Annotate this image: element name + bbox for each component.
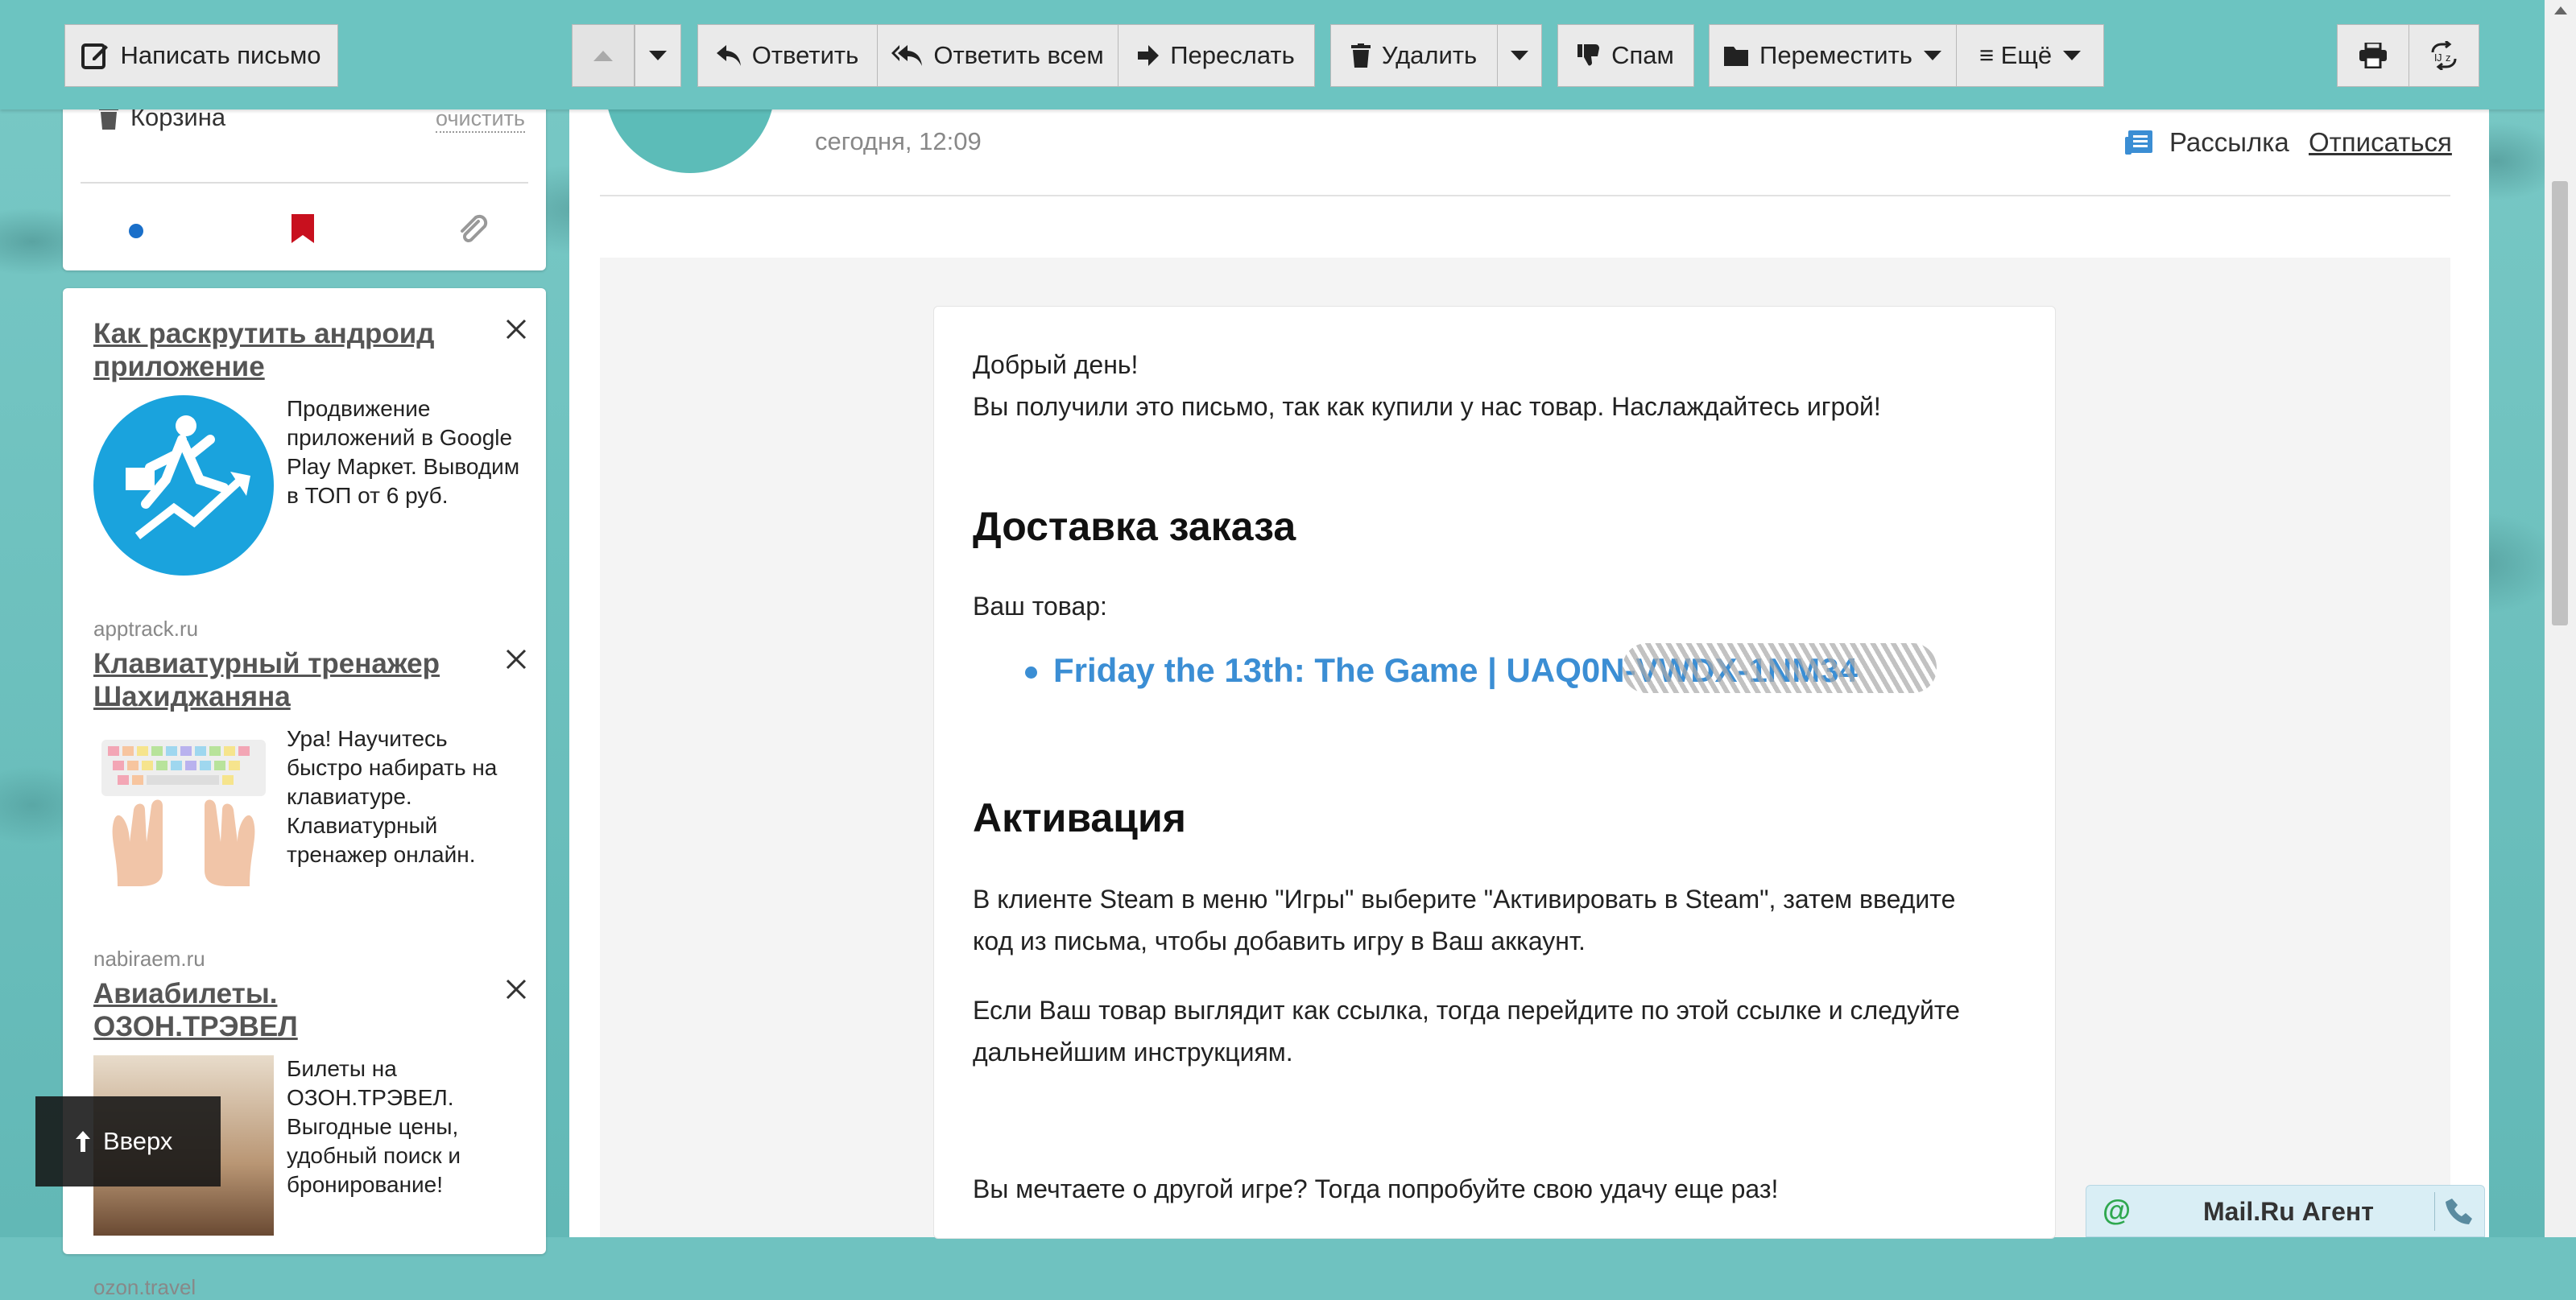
activation-paragraph-1: В клиенте Steam в меню "Игры" выберите "… (973, 885, 1956, 955)
toolbar: Написать письмо Ответить Ответить всем П… (0, 0, 2545, 109)
ad-domain[interactable]: apptrack.ru (93, 617, 198, 642)
newsletter-icon (2125, 130, 2152, 155)
message-date: сегодня, 12:09 (815, 127, 982, 155)
close-icon[interactable] (504, 317, 528, 341)
reply-label: Ответить (751, 41, 859, 69)
forward-label: Переслать (1170, 41, 1295, 69)
ad-domain[interactable]: nabiraem.ru (93, 947, 205, 972)
printer-icon (2359, 43, 2387, 68)
trash-icon (1350, 43, 1371, 68)
scrollbar-thumb[interactable] (2552, 181, 2568, 625)
close-icon[interactable] (504, 647, 528, 671)
chevron-down-icon (1511, 51, 1528, 60)
chevron-down-icon (1923, 51, 1941, 60)
try-again-text: Вы мечтаете о другой игре? Тогда попробу… (973, 1174, 1779, 1203)
chevron-down-icon (2063, 51, 2082, 60)
svg-text:Ĳ: Ĳ (2434, 52, 2442, 64)
greeting-text: Добрый день! (973, 350, 1139, 379)
header-divider (600, 195, 2450, 196)
ad-domain[interactable]: ozon.travel (93, 1275, 196, 1300)
delete-label: Удалить (1381, 41, 1478, 69)
folder-icon (1724, 47, 1749, 66)
agent-label: Mail.Ru Агент (2203, 1197, 2374, 1226)
ad-image-businessman[interactable] (93, 395, 274, 576)
next-message-button[interactable] (635, 24, 681, 87)
folders-panel: Корзина очистить (63, 89, 546, 270)
reply-button[interactable]: Ответить (697, 24, 878, 87)
print-button[interactable] (2337, 24, 2409, 87)
more-label: ≡ Ещё (1979, 41, 2053, 69)
arrow-up-icon (593, 50, 613, 61)
intro-text: Вы получили это письмо, так как купили у… (973, 392, 1881, 421)
prev-message-button[interactable] (572, 24, 635, 87)
reply-all-label: Ответить всем (933, 41, 1104, 69)
unsubscribe-link[interactable]: Отписаться (2309, 127, 2452, 158)
activation-paragraph-2: Если Ваш товар выглядит как ссылка, тогд… (973, 996, 1960, 1067)
phone-icon[interactable] (2446, 1197, 2475, 1226)
delivery-heading: Доставка заказа (973, 504, 1296, 549)
forward-icon (1138, 45, 1160, 66)
ad-text: Продвижение приложений в Google Play Мар… (287, 396, 520, 508)
delete-button[interactable]: Удалить (1330, 24, 1498, 87)
svg-text:z: z (2446, 52, 2451, 64)
translate-button[interactable]: zĲ (2409, 24, 2479, 87)
mailru-agent-bar[interactable]: @ Mail.Ru Агент (2086, 1185, 2485, 1237)
unread-filter-icon[interactable] (129, 224, 143, 238)
message-view: сегодня, 12:09 Рассылка Отписаться Добры… (569, 4, 2489, 1239)
compose-icon (81, 43, 109, 69)
newsletter-label: Рассылка (2169, 127, 2289, 157)
spam-label: Спам (1611, 41, 1674, 69)
arrow-down-icon (649, 51, 667, 60)
translate-icon: zĲ (2431, 41, 2457, 70)
scroll-up-arrow-icon[interactable] (2554, 6, 2567, 14)
ad-image-keyboard-hands[interactable] (93, 725, 274, 906)
ad-card[interactable]: Как раскрутить андроид приложение Продви… (93, 317, 528, 641)
ad-title[interactable]: Как раскрутить андроид приложение (93, 317, 472, 383)
ad-title[interactable]: Клавиатурный тренажер Шахиджаняна (93, 647, 472, 713)
message-body-card: Добрый день! Вы получили это письмо, так… (933, 306, 2056, 1239)
forward-button[interactable]: Переслать (1118, 24, 1315, 87)
your-item-label: Ваш товар: (973, 592, 1107, 621)
ad-card[interactable]: Клавиатурный тренажер Шахиджаняна Ура! Н… (93, 647, 528, 971)
reply-icon (716, 45, 741, 66)
bullet (1025, 667, 1037, 679)
more-button[interactable]: ≡ Ещё (1956, 24, 2104, 87)
redaction-scribble (1623, 643, 1937, 693)
activation-heading: Активация (973, 795, 1186, 840)
ad-text: Ура! Научитесь быстро набирать на клавиа… (287, 726, 498, 867)
scroll-up-button[interactable]: Вверх (35, 1096, 221, 1187)
compose-button[interactable]: Написать письмо (64, 24, 338, 87)
delete-options-button[interactable] (1497, 24, 1542, 87)
spam-button[interactable]: Спам (1557, 24, 1694, 87)
attachment-filter-icon[interactable] (456, 213, 488, 246)
page-scrollbar[interactable] (2545, 0, 2576, 1237)
arrow-up-icon (76, 1131, 90, 1152)
ad-title[interactable]: Авиабилеты. ОЗОН.ТРЭВЕЛ (93, 977, 472, 1043)
agent-at-icon: @ (2103, 1194, 2132, 1227)
reply-all-button[interactable]: Ответить всем (877, 24, 1118, 87)
scroll-up-label: Вверх (103, 1127, 173, 1155)
thumbs-down-icon (1577, 44, 1600, 66)
reply-all-icon (891, 45, 923, 66)
divider (81, 182, 528, 184)
flag-filter-icon[interactable] (291, 214, 315, 243)
agent-divider (2434, 1192, 2435, 1231)
move-button[interactable]: Переместить (1709, 24, 1957, 87)
ad-text: Билеты на ОЗОН.ТРЭВЕЛ. Выгодные цены, уд… (287, 1056, 461, 1197)
compose-label: Написать письмо (120, 41, 321, 69)
close-icon[interactable] (504, 977, 528, 1001)
move-label: Переместить (1759, 41, 1912, 69)
clear-trash-link[interactable]: очистить (436, 106, 525, 133)
